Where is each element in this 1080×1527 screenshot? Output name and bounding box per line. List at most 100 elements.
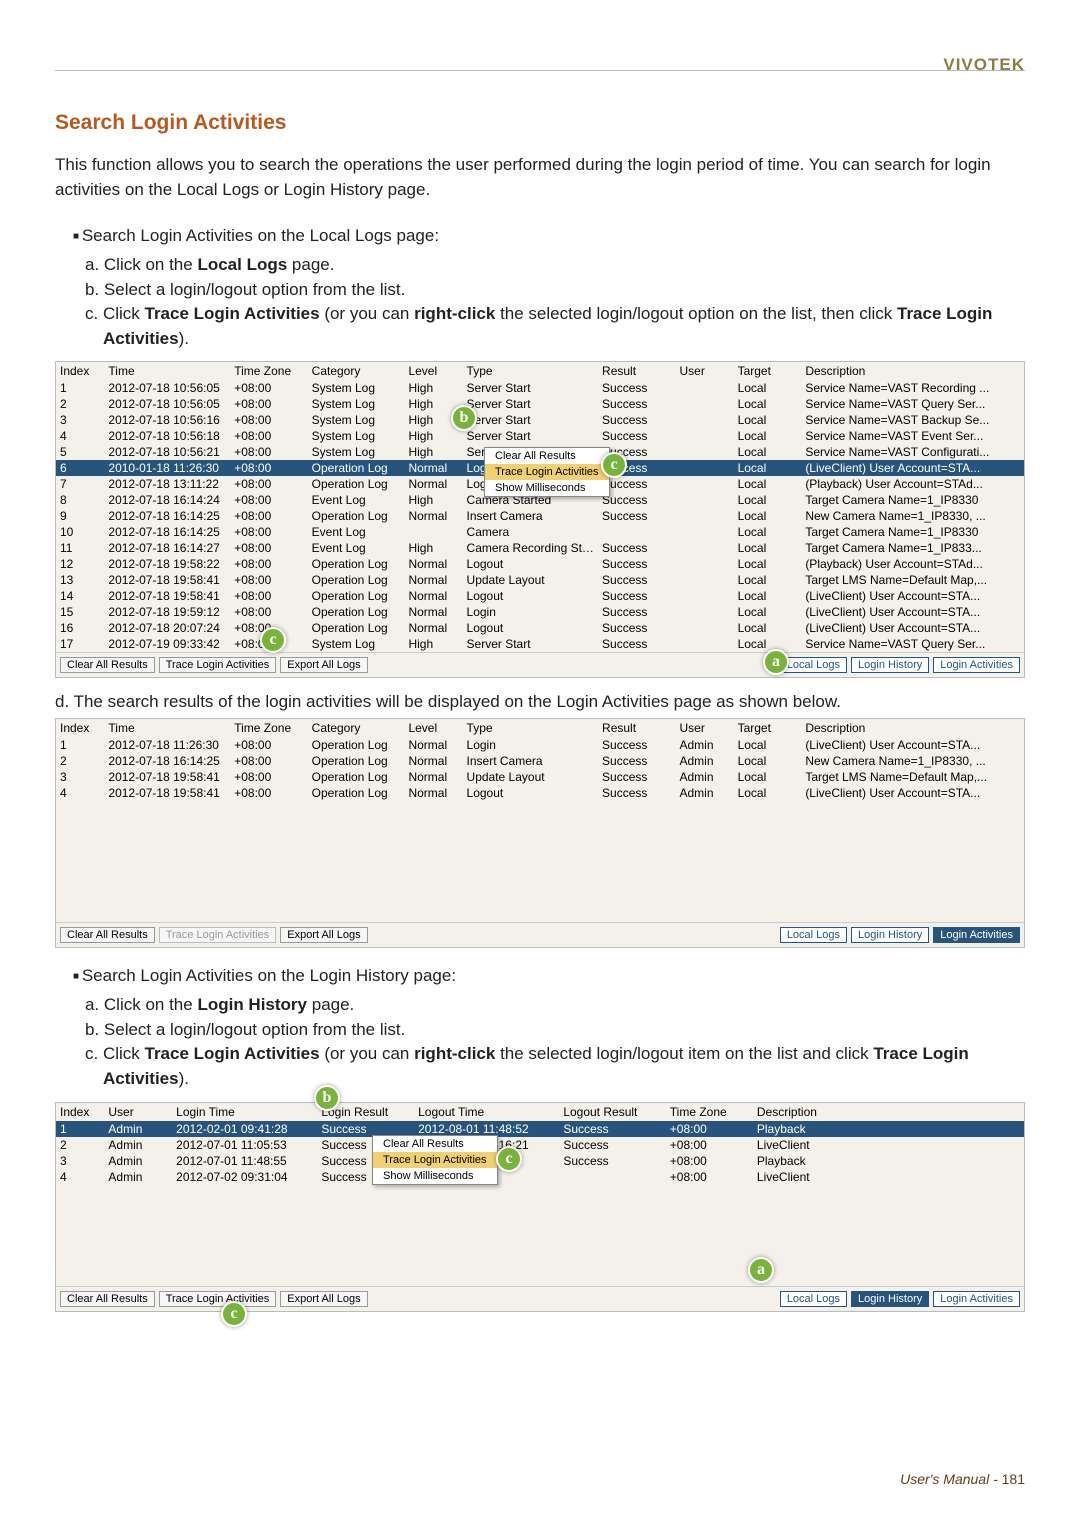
context-menu-item[interactable]: Trace Login Activities [485, 464, 609, 480]
table-cell [675, 460, 733, 476]
column-header: User [675, 719, 733, 737]
table-cell: 2012-07-18 19:58:41 [104, 572, 230, 588]
table-cell [559, 1169, 665, 1185]
table-row[interactable]: 152012-07-18 19:59:12+08:00Operation Log… [56, 604, 1024, 620]
export-all-logs-button[interactable]: Export All Logs [280, 1291, 367, 1307]
table-row[interactable]: 1Admin2012-02-01 09:41:28Success2012-08-… [56, 1121, 1024, 1137]
table-cell: Local [734, 737, 802, 753]
column-header: Category [308, 719, 405, 737]
column-header: Time [104, 719, 230, 737]
context-menu: Clear All Results Trace Login Activities… [372, 1135, 498, 1185]
table-cell: Local [734, 636, 802, 652]
table-cell: Operation Log [308, 785, 405, 801]
table-cell: Operation Log [308, 620, 405, 636]
table-row[interactable]: 132012-07-18 19:58:41+08:00Operation Log… [56, 572, 1024, 588]
table-cell: Login [463, 737, 599, 753]
context-menu-item[interactable]: Show Milliseconds [373, 1168, 497, 1184]
table-row[interactable]: 92012-07-18 16:14:25+08:00Operation LogN… [56, 508, 1024, 524]
table-cell: Success [598, 620, 675, 636]
table-row[interactable]: 22012-07-18 16:14:25+08:00Operation LogN… [56, 753, 1024, 769]
text: page. [307, 995, 354, 1014]
table-cell [598, 524, 675, 540]
table-cell: 1 [56, 737, 104, 753]
table-cell: New Camera Name=1_IP8330, ... [801, 753, 1024, 769]
table-cell: Operation Log [308, 556, 405, 572]
table-cell: Success [598, 508, 675, 524]
text-bold: Local Logs [197, 255, 287, 274]
context-menu-item[interactable]: Trace Login Activities [373, 1152, 497, 1168]
table-cell: +08:00 [230, 476, 307, 492]
table-cell: Success [598, 396, 675, 412]
table-row[interactable]: 4Admin2012-07-02 09:31:04Success+08:00Li… [56, 1169, 1024, 1185]
table-row[interactable]: 32012-07-18 10:56:16+08:00System LogHigh… [56, 412, 1024, 428]
table-cell: 2012-07-18 16:14:25 [104, 508, 230, 524]
context-menu-item[interactable]: Clear All Results [485, 448, 609, 464]
table-cell: 5 [56, 444, 104, 460]
clear-all-results-button[interactable]: Clear All Results [60, 927, 155, 943]
table-row[interactable]: 3Admin2012-07-01 11:48:55SuccessSuccess+… [56, 1153, 1024, 1169]
table-row[interactable]: 22012-07-18 10:56:05+08:00System LogHigh… [56, 396, 1024, 412]
table-cell: +08:00 [230, 785, 307, 801]
table-cell: Camera [463, 524, 599, 540]
table-cell: Target LMS Name=Default Map,... [801, 572, 1024, 588]
tab-login-activities[interactable]: Login Activities [933, 1291, 1020, 1307]
table-cell: (LiveClient) User Account=STA... [801, 737, 1024, 753]
table-cell: Logout [463, 785, 599, 801]
tab-login-activities[interactable]: Login Activities [933, 927, 1020, 943]
tab-local-logs[interactable]: Local Logs [780, 657, 847, 673]
table-cell: Operation Log [308, 604, 405, 620]
table-cell: 2012-07-18 19:59:12 [104, 604, 230, 620]
table-row[interactable]: 12012-07-18 10:56:05+08:00System LogHigh… [56, 380, 1024, 396]
table-cell: 2012-07-18 19:58:22 [104, 556, 230, 572]
clear-all-results-button[interactable]: Clear All Results [60, 657, 155, 673]
table-cell: Operation Log [308, 588, 405, 604]
table-cell: Success [598, 753, 675, 769]
table-cell: 2010-01-18 11:26:30 [104, 460, 230, 476]
table-cell: Success [559, 1153, 665, 1169]
table-cell: Local [734, 396, 802, 412]
tab-login-history[interactable]: Login History [851, 657, 929, 673]
export-all-logs-button[interactable]: Export All Logs [280, 657, 367, 673]
table-row[interactable]: 2Admin2012-07-01 11:05:53Success2012-08-… [56, 1137, 1024, 1153]
table-row[interactable]: 12012-07-18 11:26:30+08:00Operation LogN… [56, 737, 1024, 753]
clear-all-results-button[interactable]: Clear All Results [60, 1291, 155, 1307]
text: the selected login/logout option on the … [495, 304, 897, 323]
section-title: Search Login Activities [55, 111, 1025, 135]
proc-a-step-c: c. Click Trace Login Activities (or you … [73, 302, 1025, 351]
table-row[interactable]: 42012-07-18 19:58:41+08:00Operation LogN… [56, 785, 1024, 801]
trace-login-activities-button[interactable]: Trace Login Activities [159, 1291, 277, 1307]
export-all-logs-button[interactable]: Export All Logs [280, 927, 367, 943]
table-row[interactable]: 102012-07-18 16:14:25+08:00Event LogCame… [56, 524, 1024, 540]
table-cell: 2012-07-18 19:58:41 [104, 588, 230, 604]
table-row[interactable]: 32012-07-18 19:58:41+08:00Operation LogN… [56, 769, 1024, 785]
tab-local-logs[interactable]: Local Logs [780, 927, 847, 943]
table-cell: Success [598, 428, 675, 444]
column-header: User [675, 362, 733, 380]
table-cell: Local [734, 380, 802, 396]
table-cell: 2012-07-02 09:31:04 [172, 1169, 317, 1185]
table-row[interactable]: 122012-07-18 19:58:22+08:00Operation Log… [56, 556, 1024, 572]
table-cell: (LiveClient) User Account=STA... [801, 588, 1024, 604]
trace-login-activities-button[interactable]: Trace Login Activities [159, 657, 277, 673]
context-menu-item[interactable]: Clear All Results [373, 1136, 497, 1152]
text: ). [179, 329, 189, 348]
table-row[interactable]: 142012-07-18 19:58:41+08:00Operation Log… [56, 588, 1024, 604]
table-cell: System Log [308, 396, 405, 412]
context-menu-item[interactable]: Show Milliseconds [485, 480, 609, 496]
table-cell: 2 [56, 1137, 104, 1153]
tab-local-logs[interactable]: Local Logs [780, 1291, 847, 1307]
table-cell: Service Name=VAST Event Ser... [801, 428, 1024, 444]
table-row[interactable]: 172012-07-19 09:33:42+08:00System LogHig… [56, 636, 1024, 652]
table-cell: Service Name=VAST Query Ser... [801, 396, 1024, 412]
table-cell: Admin [104, 1121, 172, 1137]
column-header: Description [801, 719, 1024, 737]
table-row[interactable]: 162012-07-18 20:07:24+08:00Operation Log… [56, 620, 1024, 636]
tab-login-history[interactable]: Login History [851, 1291, 929, 1307]
tab-login-activities[interactable]: Login Activities [933, 657, 1020, 673]
table-cell: 3 [56, 769, 104, 785]
table-cell: Success [598, 588, 675, 604]
table-row[interactable]: 42012-07-18 10:56:18+08:00System LogHigh… [56, 428, 1024, 444]
tab-login-history[interactable]: Login History [851, 927, 929, 943]
table-row[interactable]: 112012-07-18 16:14:27+08:00Event LogHigh… [56, 540, 1024, 556]
column-header: Target [734, 362, 802, 380]
